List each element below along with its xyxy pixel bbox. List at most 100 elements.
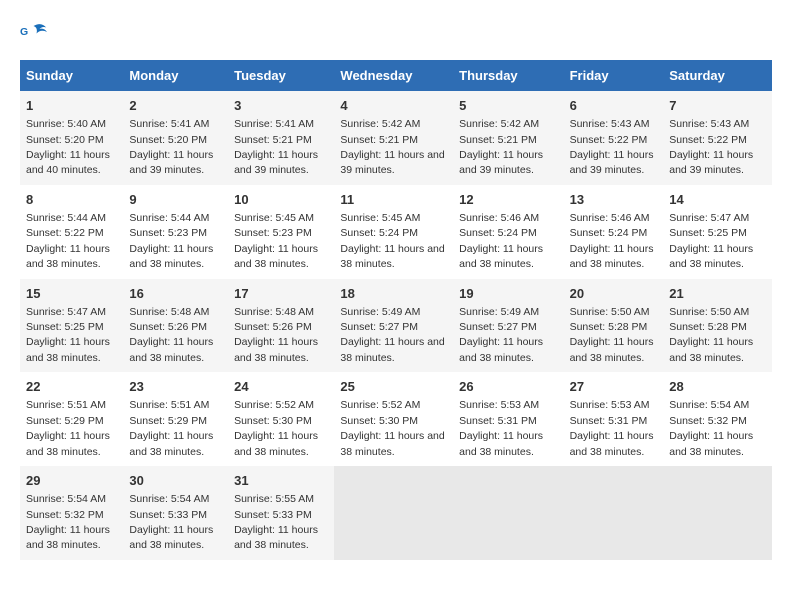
sunset-info: Sunset: 5:24 PM — [570, 227, 648, 239]
day-number: 7 — [669, 97, 766, 115]
sunrise-info: Sunrise: 5:44 AM — [129, 212, 209, 224]
day-number: 8 — [26, 191, 117, 209]
header-tuesday: Tuesday — [228, 60, 334, 91]
day-number: 16 — [129, 285, 222, 303]
day-number: 2 — [129, 97, 222, 115]
sunset-info: Sunset: 5:31 PM — [459, 415, 537, 427]
calendar-cell: 11 Sunrise: 5:45 AM Sunset: 5:24 PM Dayligh… — [334, 185, 453, 279]
sunset-info: Sunset: 5:22 PM — [669, 134, 747, 146]
day-number: 6 — [570, 97, 658, 115]
sunrise-info: Sunrise: 5:40 AM — [26, 118, 106, 130]
day-number: 14 — [669, 191, 766, 209]
daylight-info: Daylight: 11 hours and 39 minutes. — [129, 149, 213, 176]
daylight-info: Daylight: 11 hours and 40 minutes. — [26, 149, 110, 176]
calendar-cell: 15Sunrise: 5:47 AMSunset: 5:25 PMDayligh… — [20, 279, 123, 373]
sunrise-info: Sunrise: 5:52 AM — [234, 399, 314, 411]
calendar-cell: 17Sunrise: 5:48 AMSunset: 5:26 PMDayligh… — [228, 279, 334, 373]
daylight-info: Daylight: 11 hours and 38 minutes. — [669, 336, 753, 363]
day-number: 5 — [459, 97, 557, 115]
calendar-cell: 5Sunrise: 5:42 AMSunset: 5:21 PMDaylight… — [453, 91, 563, 185]
daylight-info: Daylight: 11 hours and 38 minutes. — [459, 243, 543, 270]
daylight-info: Daylight: 11 hours and 38 minutes. — [669, 430, 753, 457]
daylight-info: Daylight: 11 hours and 38 minutes. — [129, 243, 213, 270]
calendar-week-5: 29Sunrise: 5:54 AMSunset: 5:32 PMDayligh… — [20, 466, 772, 560]
day-number: 18 — [340, 285, 447, 303]
calendar-cell — [334, 466, 453, 560]
sunset-info: Sunset: 5:25 PM — [669, 227, 747, 239]
sunrise-info: Sunrise: 5:47 AM — [26, 306, 106, 318]
calendar-cell: 13Sunrise: 5:46 AMSunset: 5:24 PMDayligh… — [564, 185, 664, 279]
sunset-info: Sunset: 5:24 PM — [340, 227, 418, 239]
svg-text:G: G — [20, 26, 28, 38]
sunrise-info: Sunrise: 5:45 AM — [234, 212, 314, 224]
calendar-cell: 16Sunrise: 5:48 AMSunset: 5:26 PMDayligh… — [123, 279, 228, 373]
daylight-info: Daylight: 11 hours and 38 minutes. — [26, 524, 110, 551]
header-thursday: Thursday — [453, 60, 563, 91]
day-number: 31 — [234, 472, 328, 490]
sunrise-info: Sunrise: 5:45 AM — [340, 212, 420, 224]
sunrise-info: Sunrise: 5:46 AM — [570, 212, 650, 224]
sunrise-info: Sunrise: 5:53 AM — [570, 399, 650, 411]
daylight-info: Daylight: 11 hours and 38 minutes. — [570, 430, 654, 457]
calendar-cell: 10Sunrise: 5:45 AMSunset: 5:23 PMDayligh… — [228, 185, 334, 279]
sunrise-info: Sunrise: 5:55 AM — [234, 493, 314, 505]
daylight-info: Daylight: 11 hours and 38 minutes. — [340, 243, 444, 270]
day-number: 20 — [570, 285, 658, 303]
calendar-cell: 2Sunrise: 5:41 AMSunset: 5:20 PMDaylight… — [123, 91, 228, 185]
logo: G — [20, 20, 54, 50]
calendar-week-1: 1Sunrise: 5:40 AMSunset: 5:20 PMDaylight… — [20, 91, 772, 185]
sunset-info: Sunset: 5:33 PM — [234, 509, 312, 521]
daylight-info: Daylight: 11 hours and 38 minutes. — [340, 336, 444, 363]
sunset-info: Sunset: 5:22 PM — [26, 227, 104, 239]
day-number: 11 — [340, 191, 447, 209]
sunset-info: Sunset: 5:26 PM — [234, 321, 312, 333]
calendar-cell: 8Sunrise: 5:44 AMSunset: 5:22 PMDaylight… — [20, 185, 123, 279]
sunset-info: Sunset: 5:29 PM — [129, 415, 207, 427]
sunset-info: Sunset: 5:31 PM — [570, 415, 648, 427]
daylight-info: Daylight: 11 hours and 39 minutes. — [340, 149, 444, 176]
day-number: 22 — [26, 378, 117, 396]
sunrise-info: Sunrise: 5:48 AM — [234, 306, 314, 318]
calendar-cell: 28Sunrise: 5:54 AMSunset: 5:32 PMDayligh… — [663, 372, 772, 466]
daylight-info: Daylight: 11 hours and 38 minutes. — [234, 336, 318, 363]
day-number: 21 — [669, 285, 766, 303]
calendar-cell — [663, 466, 772, 560]
calendar-cell: 12Sunrise: 5:46 AMSunset: 5:24 PMDayligh… — [453, 185, 563, 279]
daylight-info: Daylight: 11 hours and 38 minutes. — [26, 336, 110, 363]
header-monday: Monday — [123, 60, 228, 91]
calendar-cell: 14 Sunrise: 5:47 AM Sunset: 5:25 PM Dayligh… — [663, 185, 772, 279]
day-number: 23 — [129, 378, 222, 396]
sunset-info: Sunset: 5:32 PM — [26, 509, 104, 521]
sunset-info: Sunset: 5:27 PM — [340, 321, 418, 333]
calendar-week-4: 22 Sunrise: 5:51 AM Sunset: 5:29 PM Dayligh… — [20, 372, 772, 466]
sunrise-info: Sunrise: 5:51 AM — [26, 399, 106, 411]
calendar-week-3: 15Sunrise: 5:47 AMSunset: 5:25 PMDayligh… — [20, 279, 772, 373]
header-sunday: Sunday — [20, 60, 123, 91]
header-wednesday: Wednesday — [334, 60, 453, 91]
day-number: 28 — [669, 378, 766, 396]
daylight-info: Daylight: 11 hours and 38 minutes. — [26, 430, 110, 457]
sunset-info: Sunset: 5:27 PM — [459, 321, 537, 333]
sunrise-info: Sunrise: 5:46 AM — [459, 212, 539, 224]
sunset-info: Sunset: 5:25 PM — [26, 321, 104, 333]
calendar-cell: 27Sunrise: 5:53 AMSunset: 5:31 PMDayligh… — [564, 372, 664, 466]
day-number: 10 — [234, 191, 328, 209]
daylight-info: Daylight: 11 hours and 38 minutes. — [669, 243, 753, 270]
daylight-info: Daylight: 11 hours and 38 minutes. — [129, 524, 213, 551]
sunrise-info: Sunrise: 5:42 AM — [459, 118, 539, 130]
calendar-cell — [453, 466, 563, 560]
sunrise-info: Sunrise: 5:47 AM — [669, 212, 749, 224]
calendar-cell: 26Sunrise: 5:53 AMSunset: 5:31 PMDayligh… — [453, 372, 563, 466]
day-number: 9 — [129, 191, 222, 209]
sunrise-info: Sunrise: 5:43 AM — [570, 118, 650, 130]
daylight-info: Daylight: 11 hours and 38 minutes. — [26, 243, 110, 270]
calendar-cell: 30Sunrise: 5:54 AMSunset: 5:33 PMDayligh… — [123, 466, 228, 560]
sunset-info: Sunset: 5:21 PM — [340, 134, 418, 146]
sunrise-info: Sunrise: 5:41 AM — [234, 118, 314, 130]
sunset-info: Sunset: 5:23 PM — [234, 227, 312, 239]
calendar-cell: 29Sunrise: 5:54 AMSunset: 5:32 PMDayligh… — [20, 466, 123, 560]
sunrise-info: Sunrise: 5:43 AM — [669, 118, 749, 130]
sunset-info: Sunset: 5:28 PM — [570, 321, 648, 333]
sunset-info: Sunset: 5:22 PM — [570, 134, 648, 146]
day-number: 1 — [26, 97, 117, 115]
